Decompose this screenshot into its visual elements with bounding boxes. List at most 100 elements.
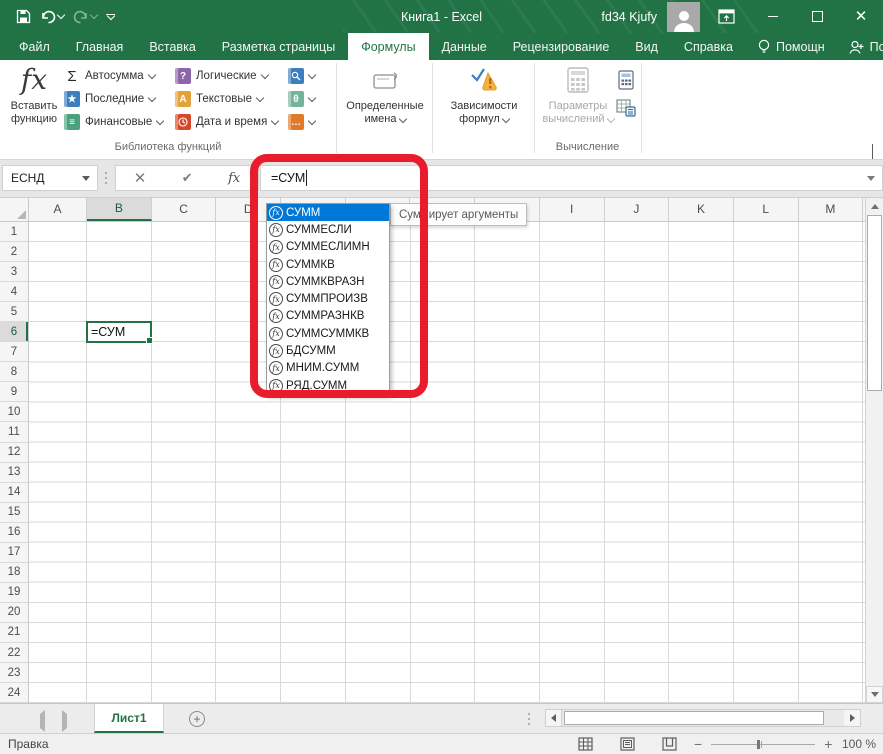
zoom-in-icon[interactable]: + [824, 736, 832, 752]
add-sheet-icon[interactable]: + [189, 711, 205, 727]
page-layout-view-icon[interactable] [620, 737, 635, 751]
name-box[interactable]: ЕСНД [2, 165, 98, 191]
fill-handle[interactable] [146, 337, 153, 344]
row-header-9[interactable]: 9 [0, 382, 28, 402]
scroll-down-icon[interactable] [866, 686, 883, 703]
row-header-23[interactable]: 23 [0, 663, 28, 683]
lookup-functions-button[interactable] [288, 65, 315, 87]
zoom-slider[interactable] [711, 744, 815, 745]
row-header-16[interactable]: 16 [0, 523, 28, 543]
share-button[interactable]: Поделиться [837, 33, 883, 60]
account-name[interactable]: fd34 Kjufy [601, 10, 657, 24]
undo-button[interactable] [40, 10, 64, 24]
text-functions-button[interactable]: A Текстовые [175, 88, 278, 110]
annotation-rectangle [250, 154, 428, 398]
row-header-14[interactable]: 14 [0, 483, 28, 503]
tab-Вставка[interactable]: Вставка [136, 33, 208, 60]
math-functions-button[interactable]: θ [288, 88, 315, 110]
more-functions-button[interactable]: … [288, 111, 315, 133]
maximize-button[interactable] [795, 0, 839, 33]
row-header-3[interactable]: 3 [0, 262, 28, 282]
horizontal-scroll-track[interactable] [562, 709, 844, 727]
row-header-22[interactable]: 22 [0, 643, 28, 663]
formula-bar-splitter[interactable] [105, 172, 107, 184]
ribbon-display-options-icon[interactable] [718, 9, 735, 24]
tab-Главная[interactable]: Главная [63, 33, 137, 60]
row-header-19[interactable]: 19 [0, 583, 28, 603]
column-header-J[interactable]: J [605, 198, 670, 221]
zoom-out-icon[interactable]: − [694, 736, 702, 752]
tab-Разметка страницы[interactable]: Разметка страницы [209, 33, 348, 60]
scroll-right-icon[interactable] [844, 709, 861, 727]
normal-view-icon[interactable] [578, 737, 593, 751]
calculate-now-button[interactable] [614, 68, 638, 92]
financial-functions-button[interactable]: ≡ Финансовые [64, 111, 163, 133]
row-header-4[interactable]: 4 [0, 282, 28, 302]
autosum-button[interactable]: Σ Автосумма [64, 65, 163, 87]
calculate-sheet-button[interactable] [614, 96, 638, 120]
vertical-scroll-thumb[interactable] [867, 215, 882, 391]
tab-Справка[interactable]: Справка [671, 33, 746, 60]
row-header-5[interactable]: 5 [0, 302, 28, 322]
grid-column-line [862, 222, 863, 703]
column-header-B[interactable]: B [87, 198, 152, 221]
row-header-8[interactable]: 8 [0, 362, 28, 382]
row-header-17[interactable]: 17 [0, 543, 28, 563]
cells-area[interactable]: =СУМ [29, 222, 865, 703]
insert-function-button[interactable]: fx Вставить функцию [5, 63, 63, 126]
assistant-button[interactable]: Помощн [746, 33, 837, 60]
formula-auditing-button[interactable]: Зависимости формул [436, 63, 532, 126]
row-header-15[interactable]: 15 [0, 503, 28, 523]
scroll-left-icon[interactable] [545, 709, 562, 727]
cancel-entry-icon[interactable]: ✕ [134, 171, 147, 186]
column-header-K[interactable]: K [669, 198, 734, 221]
confirm-entry-icon[interactable]: ✔ [182, 170, 193, 186]
tabbar-splitter[interactable] [528, 713, 530, 725]
horizontal-scrollbar[interactable] [545, 709, 861, 727]
column-header-L[interactable]: L [734, 198, 799, 221]
close-button[interactable]: ✕ [839, 0, 883, 33]
column-header-M[interactable]: M [799, 198, 864, 221]
insert-function-icon[interactable]: fx [228, 171, 240, 186]
row-header-10[interactable]: 10 [0, 402, 28, 422]
row-header-2[interactable]: 2 [0, 242, 28, 262]
customize-quick-access-icon[interactable] [106, 14, 115, 19]
recent-functions-button[interactable]: ★ Последние [64, 88, 163, 110]
undo-dropdown-icon[interactable] [57, 11, 65, 19]
row-header-1[interactable]: 1 [0, 222, 28, 242]
defined-names-button[interactable]: Определенные имена [340, 63, 430, 126]
avatar[interactable] [667, 2, 700, 32]
collapse-ribbon-icon[interactable] [872, 144, 873, 158]
save-icon[interactable] [16, 9, 31, 24]
row-header-20[interactable]: 20 [0, 603, 28, 623]
name-box-dropdown-icon[interactable] [82, 176, 90, 181]
datetime-functions-button[interactable]: Дата и время [175, 111, 278, 133]
sheet-tab-list1[interactable]: Лист1 [94, 704, 164, 733]
scroll-up-icon[interactable] [866, 198, 883, 215]
row-header-13[interactable]: 13 [0, 463, 28, 483]
row-header-7[interactable]: 7 [0, 342, 28, 362]
active-cell-B6[interactable]: =СУМ [86, 321, 152, 343]
tab-Вид[interactable]: Вид [622, 33, 671, 60]
tab-Файл[interactable]: Файл [6, 33, 63, 60]
logical-functions-button[interactable]: ? Логические [175, 65, 278, 87]
column-header-I[interactable]: I [540, 198, 605, 221]
vertical-scrollbar[interactable] [865, 198, 883, 703]
tab-Рецензирование[interactable]: Рецензирование [500, 33, 623, 60]
row-header-24[interactable]: 24 [0, 683, 28, 703]
zoom-level[interactable]: 100 % [842, 737, 876, 751]
horizontal-scroll-thumb[interactable] [564, 711, 824, 725]
column-header-A[interactable]: A [29, 198, 87, 221]
column-header-C[interactable]: C [152, 198, 217, 221]
page-break-view-icon[interactable] [662, 737, 677, 751]
row-header-18[interactable]: 18 [0, 563, 28, 583]
minimize-button[interactable] [751, 0, 795, 33]
row-header-12[interactable]: 12 [0, 443, 28, 463]
row-header-6[interactable]: 6 [0, 322, 28, 342]
row-header-11[interactable]: 11 [0, 422, 28, 442]
tab-Данные[interactable]: Данные [429, 33, 500, 60]
row-header-21[interactable]: 21 [0, 623, 28, 643]
expand-formula-bar-icon[interactable] [867, 176, 875, 181]
tab-Формулы[interactable]: Формулы [348, 33, 428, 60]
select-all-corner[interactable] [0, 198, 29, 221]
